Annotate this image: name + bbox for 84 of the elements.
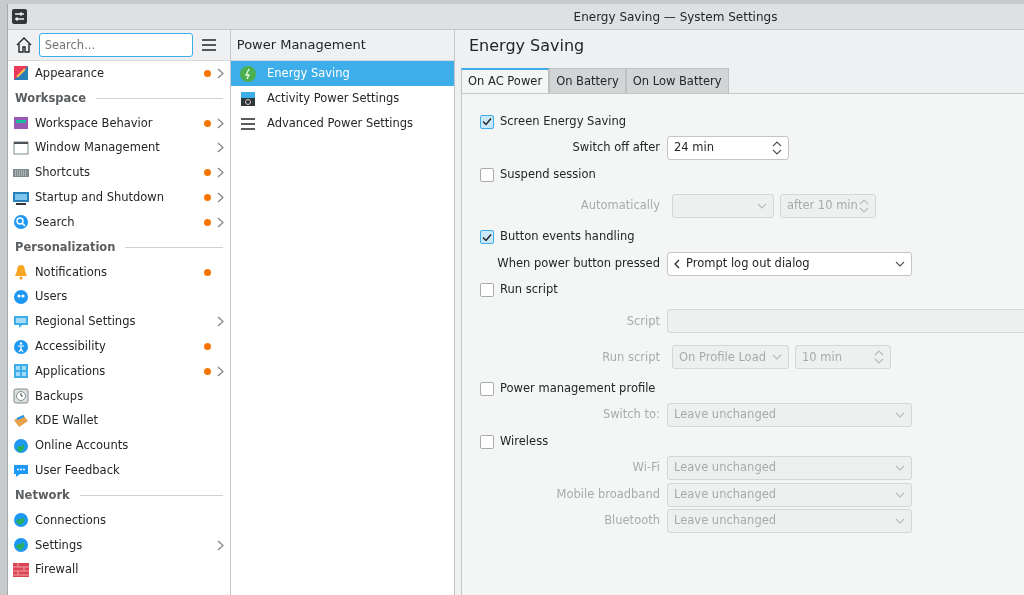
sidebar-item[interactable]: KDE Wallet — [8, 408, 230, 434]
section-header: Workspace — [15, 89, 86, 107]
page-title: Energy Saving — [468, 34, 585, 57]
panel-title: Power Management — [236, 36, 366, 55]
field-label: Wi-Fi — [631, 459, 661, 477]
search-field[interactable]: Search... — [38, 33, 193, 57]
checkbox-label: Suspend session — [500, 165, 596, 183]
sidebar-item[interactable]: Appearance — [8, 61, 230, 86]
globe-icon — [13, 537, 29, 554]
field-label: Script — [625, 312, 661, 330]
sidebar-item[interactable]: Accessibility — [8, 334, 230, 359]
sidebar-item[interactable]: Applications — [8, 358, 230, 384]
sidebar-item[interactable]: Connections — [8, 507, 230, 533]
sidebar-item[interactable]: Backups — [8, 383, 230, 409]
chevron-down-icon — [895, 518, 905, 524]
speech-bubble-icon — [13, 313, 29, 330]
checkbox[interactable] — [480, 230, 494, 244]
tab[interactable]: On Battery — [549, 68, 626, 94]
text-field[interactable] — [667, 309, 1024, 334]
sidebar-item[interactable]: User Feedback — [8, 458, 230, 483]
checkbox[interactable] — [480, 114, 494, 129]
field-label: Switch off after — [571, 139, 661, 157]
wallet-icon — [13, 412, 29, 429]
sidebar-item[interactable]: Settings — [8, 532, 230, 558]
checkbox-label: Button events handling — [500, 228, 635, 246]
palette-icon — [13, 65, 29, 82]
dropdown[interactable] — [672, 193, 774, 218]
checkbox[interactable] — [480, 283, 494, 297]
users-icon — [13, 288, 29, 305]
menu-icon — [241, 117, 255, 130]
clock-icon — [13, 388, 29, 405]
checkbox-label: Run script — [500, 281, 558, 299]
section-header: Personalization — [15, 238, 116, 256]
bell-icon — [13, 264, 29, 281]
sidebar-item[interactable]: Notifications — [8, 259, 230, 285]
field-label: Run script — [601, 348, 661, 366]
chevron-down-icon — [895, 491, 905, 498]
monitor-icon — [13, 189, 29, 206]
home-icon[interactable] — [14, 36, 33, 54]
sidebar-item[interactable]: Regional Settings — [8, 309, 230, 335]
checkbox[interactable] — [480, 434, 494, 449]
sidebar-item[interactable]: Online Accounts — [8, 433, 230, 459]
checkbox-label: Screen Energy Saving — [500, 112, 627, 130]
menu-icon[interactable] — [202, 39, 217, 51]
brick-wall-icon — [13, 561, 29, 578]
accessibility-icon — [13, 338, 29, 355]
chevron-down-icon — [757, 202, 767, 209]
sidebar-item[interactable]: Search — [8, 210, 230, 235]
sidebar-item[interactable]: Workspace Behavior — [8, 110, 230, 136]
window-icon — [13, 115, 29, 132]
field-label: Automatically — [579, 197, 661, 215]
sidebar-item[interactable]: Startup and Shutdown — [8, 185, 230, 210]
list-item[interactable]: Activity Power Settings — [231, 86, 454, 111]
tab[interactable]: On Low Battery — [625, 68, 729, 94]
sidebar-item[interactable]: Firewall — [8, 557, 230, 583]
field-label: Mobile broadband — [555, 485, 661, 503]
chevron-down-icon — [772, 354, 782, 361]
globe-icon — [13, 437, 29, 454]
grid-icon — [13, 363, 29, 380]
tab[interactable]: On AC Power — [461, 68, 550, 94]
list-item[interactable]: Advanced Power Settings — [231, 111, 454, 136]
spin-box[interactable]: 24 min — [667, 136, 789, 160]
app-icon — [12, 9, 27, 24]
field-label: When power button pressed — [496, 254, 661, 272]
checkbox[interactable] — [480, 381, 494, 396]
checkbox-label: Power management profile — [500, 379, 656, 397]
sidebar-item[interactable]: Window Management — [8, 135, 230, 161]
section-header: Network — [15, 486, 70, 504]
spin-arrows-icon[interactable] — [772, 141, 782, 155]
globe-icon — [13, 512, 29, 529]
chevron-down-icon — [895, 260, 905, 267]
checkbox[interactable] — [480, 167, 494, 182]
window-icon — [13, 140, 29, 156]
dropdown[interactable]: Prompt log out dialog — [667, 251, 912, 276]
chevron-down-icon — [895, 412, 905, 418]
field-label: Bluetooth — [603, 512, 661, 530]
sidebar-item[interactable]: Shortcuts — [8, 160, 230, 186]
window-title: Energy Saving — System Settings — [572, 8, 779, 26]
field-label: Switch to: — [601, 406, 661, 424]
magnifier-icon — [13, 214, 29, 231]
chevron-down-icon — [895, 465, 905, 471]
sidebar-item[interactable]: Users — [8, 284, 230, 310]
chat-icon — [13, 462, 29, 479]
checkbox-label: Wireless — [500, 432, 549, 450]
